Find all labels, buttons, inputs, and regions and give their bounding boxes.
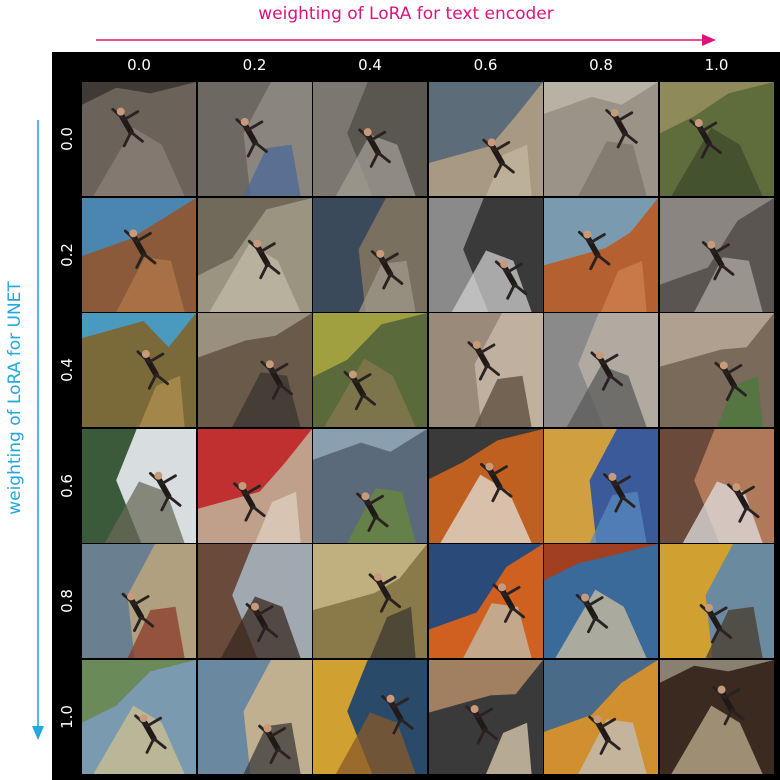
image-illustration xyxy=(544,544,658,658)
image-illustration xyxy=(659,313,774,427)
image-illustration xyxy=(82,82,196,196)
image-illustration xyxy=(313,659,427,774)
generated-image-r5-c4 xyxy=(544,659,658,774)
col-label-0: 0.0 xyxy=(127,56,151,74)
image-grid xyxy=(82,82,774,774)
image-illustration xyxy=(428,197,543,312)
image-illustration xyxy=(544,197,658,312)
generated-image-r1-c4 xyxy=(544,197,658,312)
generated-image-r1-c5 xyxy=(659,197,774,312)
generated-image-r3-c2 xyxy=(313,428,427,543)
generated-image-r4-c3 xyxy=(428,544,543,658)
image-illustration xyxy=(428,82,543,196)
col-label-1: 0.2 xyxy=(242,56,267,74)
x-axis-title: weighting of LoRA for text encoder xyxy=(258,4,554,24)
generated-image-r2-c2 xyxy=(313,313,427,427)
image-illustration xyxy=(197,197,312,312)
y-axis-title-container: weighting of LoRA for UNET xyxy=(0,118,30,678)
image-illustration xyxy=(313,82,427,196)
row-label-container-5: 1.0 xyxy=(52,660,82,774)
row-label-container-0: 0.0 xyxy=(52,82,82,196)
generated-image-r0-c2 xyxy=(313,82,427,196)
col-label-4: 0.8 xyxy=(589,56,613,74)
row-label-container-3: 0.6 xyxy=(52,429,82,543)
image-illustration xyxy=(82,313,196,427)
image-illustration xyxy=(197,544,312,658)
image-illustration xyxy=(313,197,427,312)
generated-image-r3-c5 xyxy=(659,428,774,543)
image-illustration xyxy=(197,82,312,196)
generated-image-r3-c1 xyxy=(197,428,312,543)
y-axis-title: weighting of LoRA for UNET xyxy=(5,281,25,515)
generated-image-r3-c3 xyxy=(428,428,543,543)
generated-image-r0-c1 xyxy=(197,82,312,196)
row-label-3: 0.6 xyxy=(58,473,76,498)
image-illustration xyxy=(197,313,312,427)
image-illustration xyxy=(82,197,196,312)
col-label-2: 0.4 xyxy=(358,56,382,74)
generated-image-r1-c2 xyxy=(313,197,427,312)
image-illustration xyxy=(544,428,658,543)
image-illustration xyxy=(659,82,774,196)
row-label-container-4: 0.8 xyxy=(52,544,82,658)
col-label-3: 0.6 xyxy=(473,56,498,74)
generated-image-r1-c0 xyxy=(82,197,196,312)
generated-image-r5-c1 xyxy=(197,659,312,774)
image-illustration xyxy=(82,544,196,658)
row-label-4: 0.8 xyxy=(58,589,76,613)
generated-image-r2-c4 xyxy=(544,313,658,427)
row-label-container-2: 0.4 xyxy=(52,313,82,427)
image-illustration xyxy=(82,659,196,774)
generated-image-r3-c4 xyxy=(544,428,658,543)
generated-image-r2-c3 xyxy=(428,313,543,427)
generated-image-r1-c3 xyxy=(428,197,543,312)
image-illustration xyxy=(659,197,774,312)
x-axis-arrow xyxy=(96,34,716,46)
row-label-2: 0.4 xyxy=(58,358,76,382)
generated-image-r0-c0 xyxy=(82,82,196,196)
col-label-5: 1.0 xyxy=(704,56,729,74)
image-illustration xyxy=(428,659,543,774)
image-illustration xyxy=(428,544,543,658)
image-illustration xyxy=(313,428,427,543)
generated-image-r3-c0 xyxy=(82,428,196,543)
generated-image-r5-c5 xyxy=(659,659,774,774)
generated-image-r4-c1 xyxy=(197,544,312,658)
generated-image-r2-c1 xyxy=(197,313,312,427)
image-illustration xyxy=(659,428,774,543)
image-illustration xyxy=(197,659,312,774)
y-axis-arrow xyxy=(32,120,44,740)
row-label-5: 1.0 xyxy=(58,704,76,729)
image-illustration xyxy=(313,544,427,658)
row-label-1: 0.2 xyxy=(58,242,76,267)
image-illustration xyxy=(544,82,658,196)
image-illustration xyxy=(659,659,774,774)
image-illustration xyxy=(428,313,543,427)
generated-image-r5-c3 xyxy=(428,659,543,774)
image-illustration xyxy=(544,659,658,774)
generated-image-r5-c2 xyxy=(313,659,427,774)
image-illustration xyxy=(197,428,312,543)
generated-image-r4-c4 xyxy=(544,544,658,658)
image-illustration xyxy=(659,544,774,658)
image-illustration xyxy=(544,313,658,427)
generated-image-r0-c4 xyxy=(544,82,658,196)
generated-image-r1-c1 xyxy=(197,197,312,312)
generated-image-r4-c2 xyxy=(313,544,427,658)
row-label-container-1: 0.2 xyxy=(52,198,82,312)
row-label-0: 0.0 xyxy=(58,127,76,151)
generated-image-r0-c5 xyxy=(659,82,774,196)
generated-image-r0-c3 xyxy=(428,82,543,196)
image-illustration xyxy=(313,313,427,427)
generated-image-r4-c0 xyxy=(82,544,196,658)
generated-image-r2-c5 xyxy=(659,313,774,427)
generated-image-r2-c0 xyxy=(82,313,196,427)
generated-image-r5-c0 xyxy=(82,659,196,774)
image-illustration xyxy=(82,428,196,543)
generated-image-r4-c5 xyxy=(659,544,774,658)
image-illustration xyxy=(428,428,543,543)
